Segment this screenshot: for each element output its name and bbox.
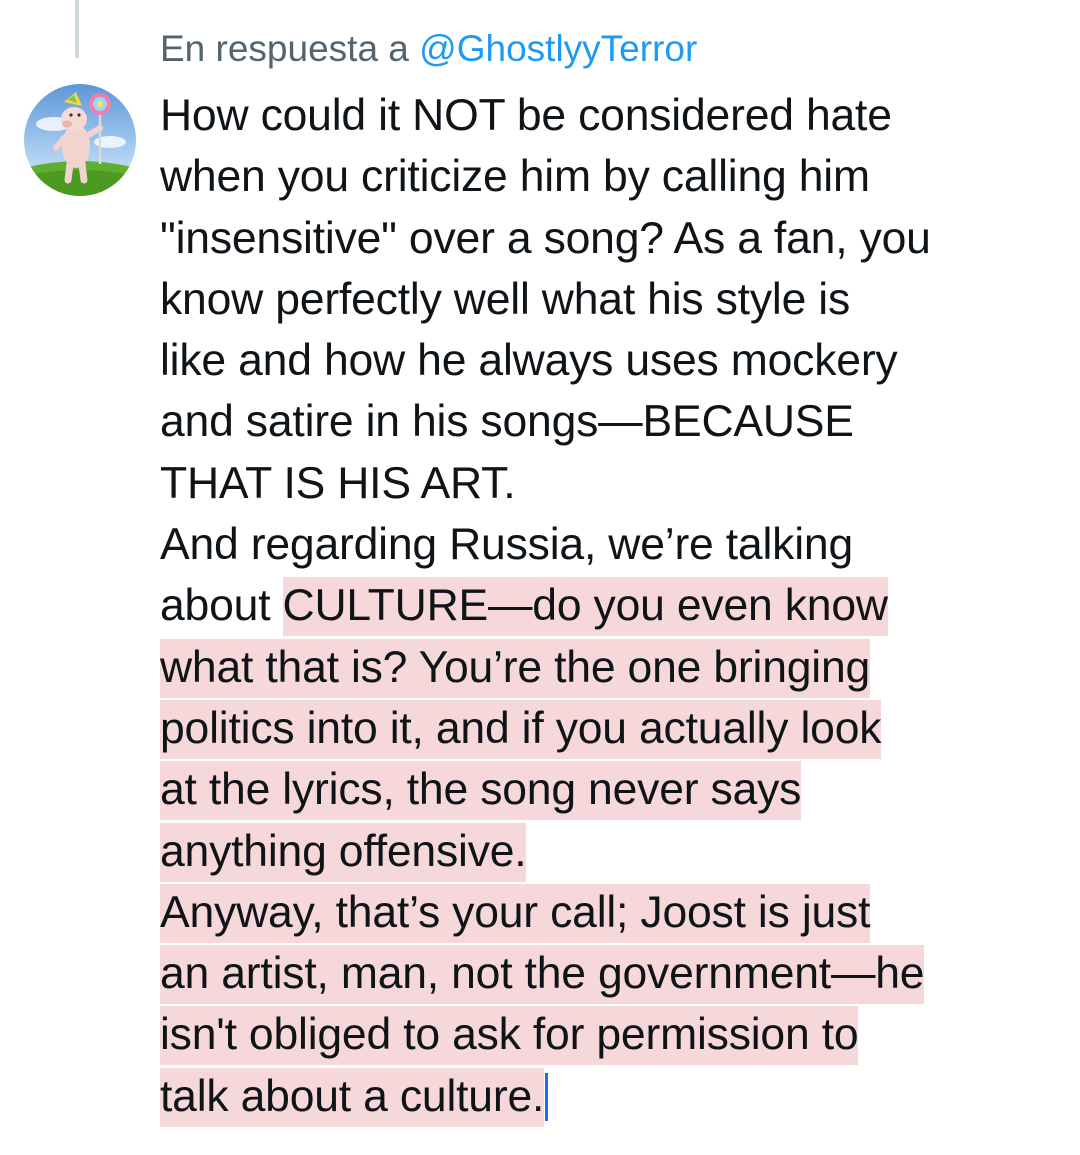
tweet-line: isn't obliged to ask for permission to	[160, 1004, 1070, 1066]
tweet-line-text: about	[160, 581, 283, 631]
text-selection-caret[interactable]	[545, 1072, 549, 1121]
reply-context: En respuesta a @GhostlyyTerror	[160, 26, 697, 72]
highlighted-text[interactable]: anything offensive.	[160, 822, 527, 882]
tweet-line-text: How could it NOT be considered hate	[160, 91, 892, 140]
tweet-line-text: THAT IS HIS ART.	[160, 458, 516, 508]
tweet-line: know perfectly well what his style is	[160, 269, 1070, 330]
highlighted-text[interactable]: Anyway, that’s your call; Joost is just	[160, 883, 870, 943]
tweet-line: at the lyrics, the song never says	[160, 759, 1070, 821]
tweet-line: THAT IS HIS ART.	[160, 453, 1070, 514]
tweet-line: politics into it, and if you actually lo…	[160, 698, 1070, 759]
tweet-line: talk about a culture.	[160, 1066, 1070, 1127]
highlighted-text[interactable]: politics into it, and if you actually lo…	[160, 699, 881, 759]
thread-connector-line	[75, 0, 79, 58]
tweet-line: like and how he always uses mockery	[160, 330, 1070, 391]
highlighted-text[interactable]: what that is? You’re the one bringing	[160, 638, 870, 698]
tweet-line: How could it NOT be considered hate	[160, 85, 1070, 146]
tweet-line: Anyway, that’s your call; Joost is just	[160, 882, 1070, 943]
highlighted-text[interactable]: talk about a culture.	[160, 1067, 544, 1127]
tweet-line-text: like and how he always uses mockery	[160, 336, 898, 386]
tweet-line-text: know perfectly well what his style is	[160, 274, 851, 324]
tweet-line: when you criticize him by calling him	[160, 146, 1070, 207]
tweet-line: "insensitive" over a song? As a fan, you	[160, 208, 1070, 269]
tweet-line-text: "insensitive" over a song? As a fan, you	[160, 213, 931, 263]
tweet-line: And regarding Russia, we’re talking	[160, 514, 1070, 575]
tweet-line: anything offensive.	[160, 821, 1070, 882]
tweet-text: How could it NOT be considered hate when…	[160, 85, 1070, 1127]
reply-handle-link[interactable]: @GhostlyyTerror	[419, 28, 697, 69]
tweet-line-text: when you criticize him by calling him	[160, 152, 870, 202]
tweet-line-text: And regarding Russia, we’re talking	[160, 520, 854, 570]
highlighted-text[interactable]: at the lyrics, the song never says	[160, 761, 801, 821]
pig-avatar-icon	[24, 84, 136, 196]
tweet-line: about CULTURE—do you even know	[160, 575, 1070, 637]
highlighted-text[interactable]: CULTURE—do you even know	[282, 577, 888, 637]
tweet-line: an artist, man, not the government—he	[160, 943, 1070, 1005]
avatar[interactable]	[24, 84, 136, 196]
highlighted-text[interactable]: isn't obliged to ask for permission to	[160, 1006, 859, 1066]
reply-prefix: En respuesta a	[160, 28, 409, 69]
highlighted-text[interactable]: an artist, man, not the government—he	[160, 945, 925, 1005]
tweet-line-text: and satire in his songs—BECAUSE	[160, 397, 854, 447]
tweet-line: and satire in his songs—BECAUSE	[160, 391, 1070, 452]
tweet-line: what that is? You’re the one bringing	[160, 637, 1070, 698]
